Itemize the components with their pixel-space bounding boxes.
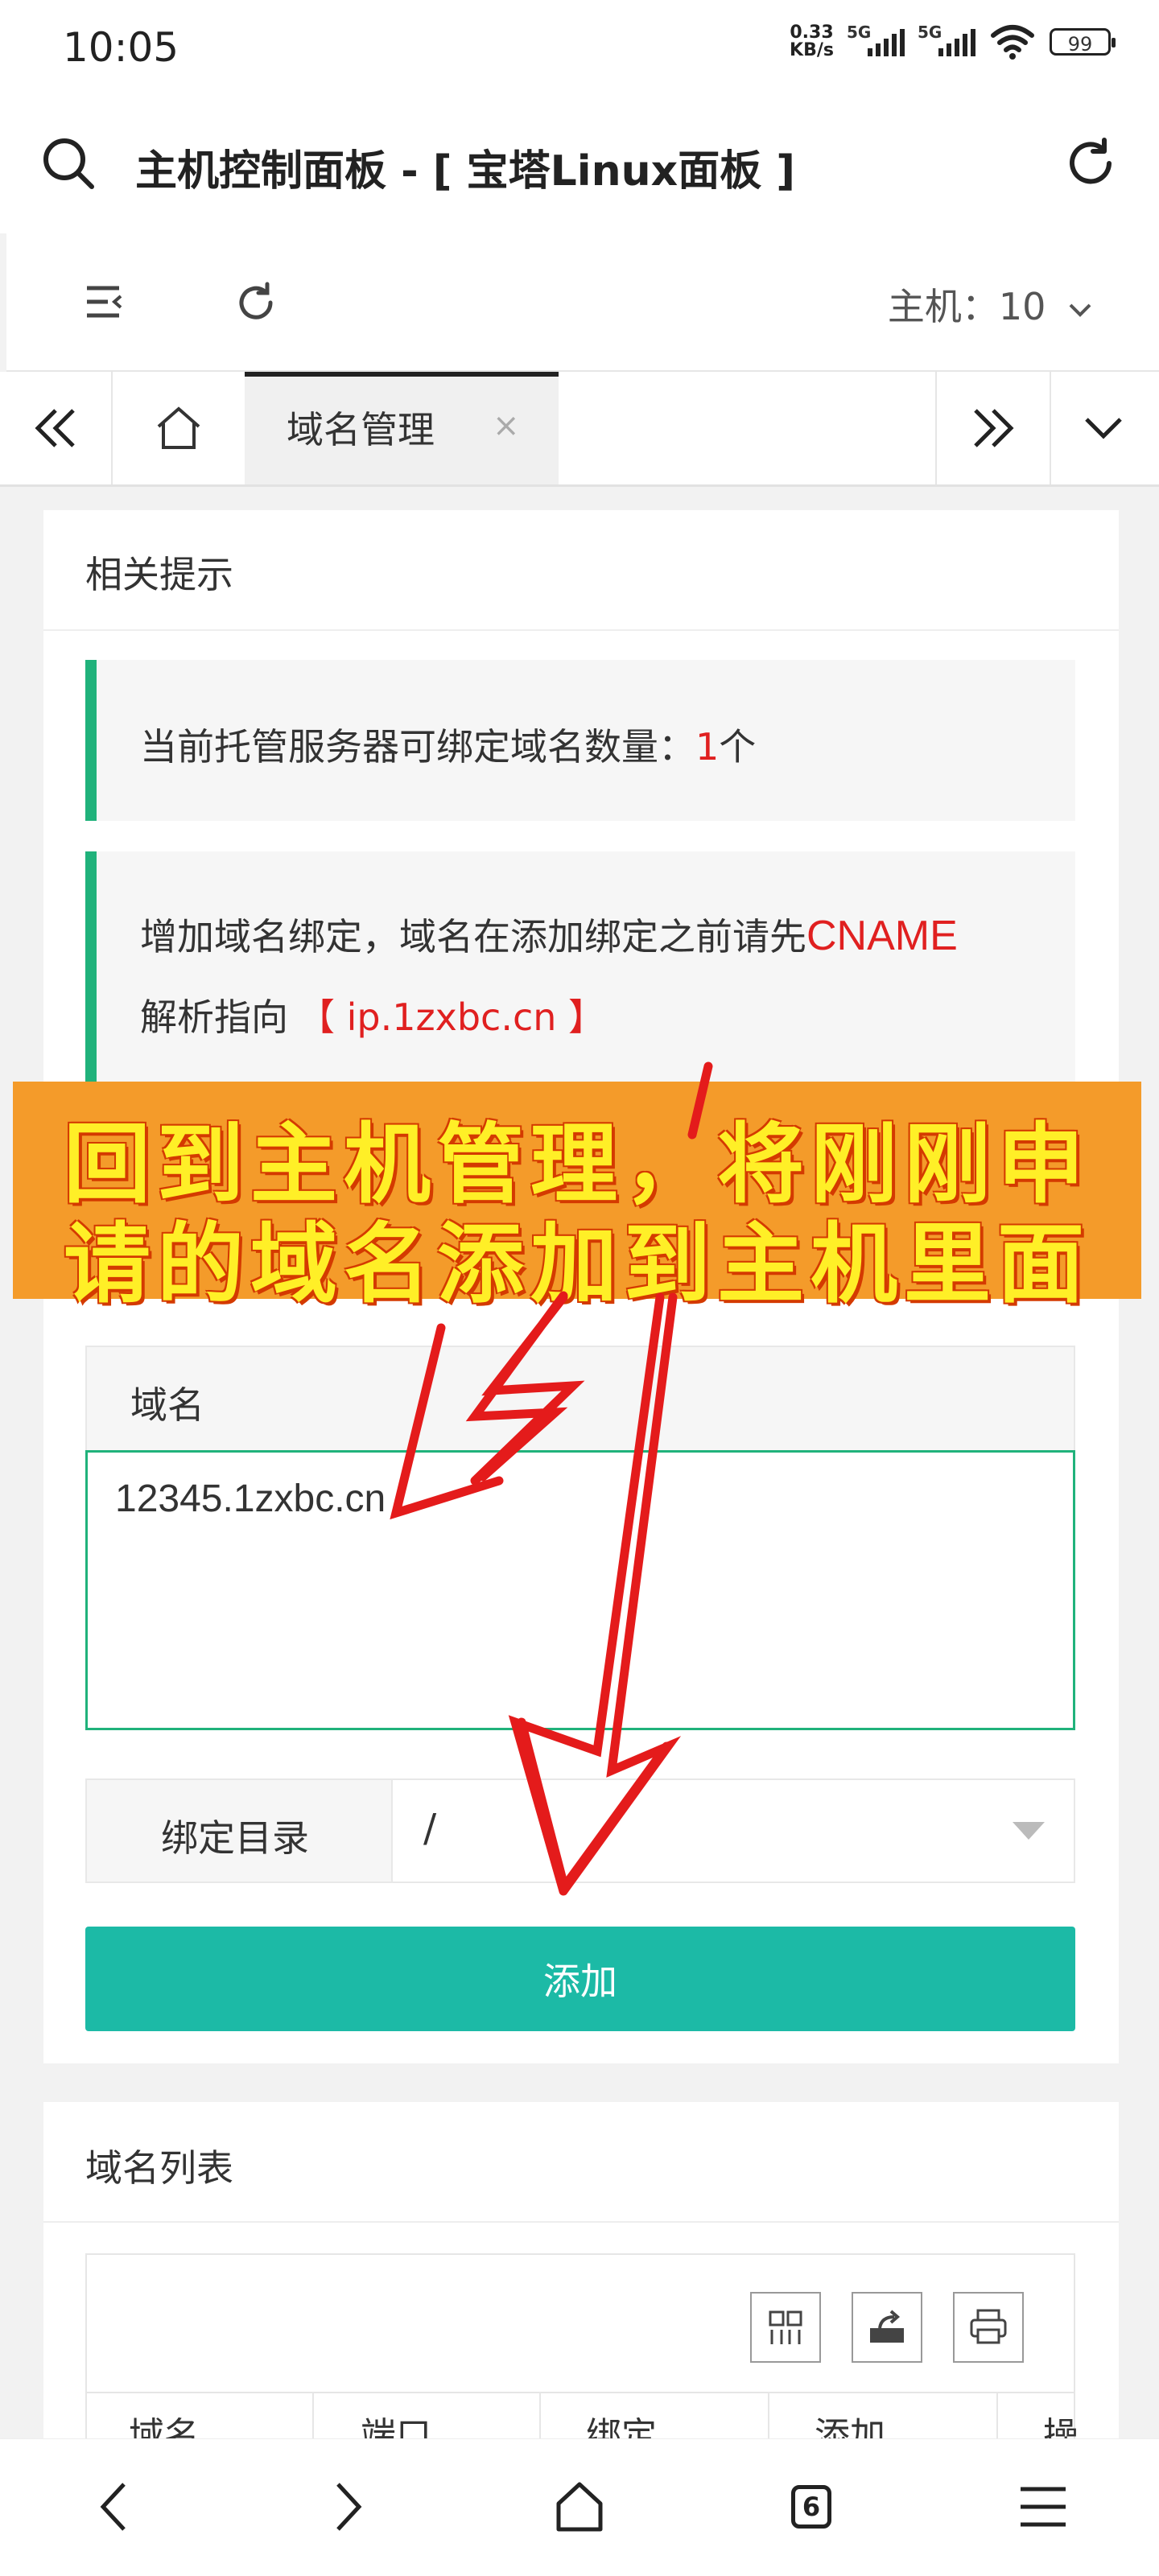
forward-button[interactable] <box>299 2463 396 2551</box>
tabs-dropdown[interactable] <box>1048 372 1159 484</box>
tip-box <box>85 851 1075 1093</box>
tabs-button[interactable]: 6 <box>763 2463 860 2551</box>
column-header: 添加 <box>815 2415 885 2440</box>
domain-limit-count: 1 <box>695 725 720 769</box>
domain-field-header <box>85 1346 1075 1452</box>
back-button[interactable] <box>66 2463 163 2551</box>
tip-cname-line2: 解析指向【 ip.1zxbc.cn 】 <box>140 988 605 1041</box>
tab-count: 6 <box>791 2485 831 2529</box>
banner-line2: 请的域名添加到主机里面 <box>63 1214 1091 1315</box>
table-header <box>85 2392 1075 2442</box>
domain-input[interactable]: 12345.1zxbc.cn <box>85 1450 1075 1730</box>
domain-field-label: 域名 <box>130 1383 204 1427</box>
grid-icon <box>769 2310 802 2344</box>
menu-icon <box>1021 2487 1066 2527</box>
status-icons: 0.33 KB/s 5G 5G 99 <box>790 23 1116 60</box>
net-speed-unit: KB/s <box>790 40 834 60</box>
column-divider <box>768 2392 769 2440</box>
home-button[interactable] <box>531 2463 628 2551</box>
bind-directory-label: 绑定目录 <box>161 1816 309 1860</box>
card-title: 域名列表 <box>85 2146 233 2190</box>
signal-label: 5G <box>918 23 942 42</box>
reload-icon[interactable] <box>235 282 277 324</box>
menu-button[interactable] <box>995 2463 1091 2551</box>
signal-icon: 5G <box>847 23 905 56</box>
chevron-down-icon <box>1069 303 1091 317</box>
tip-domain-limit: 当前托管服务器可绑定域名数量：1个 <box>140 718 756 771</box>
tip-text: 增加域名绑定，域名在添加绑定之前请先 <box>140 915 806 958</box>
forward-icon <box>336 2483 362 2531</box>
add-button[interactable]: 添加 <box>85 1927 1075 2031</box>
tip-text: 解析指向 <box>140 995 288 1039</box>
home-nav-icon <box>556 2482 603 2532</box>
signal-icon: 5G <box>918 23 975 56</box>
net-speed: 0.33 KB/s <box>790 24 834 60</box>
wifi-icon <box>991 25 1034 60</box>
tab-home[interactable] <box>113 372 246 484</box>
menu-collapse-icon[interactable] <box>84 283 126 320</box>
column-header: 操 <box>1043 2415 1079 2440</box>
page-title: 主机控制面板 - [ 宝塔Linux面板 ] <box>135 147 796 196</box>
back-icon <box>100 2483 126 2531</box>
column-divider <box>539 2392 541 2440</box>
host-selector[interactable]: 主机：10 <box>888 278 1095 331</box>
tip-suffix: 个 <box>719 725 757 769</box>
print-button[interactable] <box>953 2292 1024 2363</box>
tabs-scroll-right[interactable] <box>935 372 1051 484</box>
home-icon <box>157 406 200 449</box>
close-icon[interactable]: × <box>493 407 520 444</box>
column-header: 绑定 <box>586 2415 657 2440</box>
net-speed-value: 0.33 <box>790 23 834 43</box>
battery-icon: 99 <box>1050 28 1116 56</box>
caret-down-icon <box>1013 1822 1045 1840</box>
tip-cname-line1: 增加域名绑定，域名在添加绑定之前请先CNAME <box>140 908 958 961</box>
columns-button[interactable] <box>750 2292 821 2363</box>
tip-text: 当前托管服务器可绑定域名数量： <box>140 725 695 769</box>
bind-directory-value: / <box>423 1806 437 1851</box>
column-header: 端口 <box>361 2415 431 2440</box>
bind-directory-select[interactable] <box>394 1780 1074 1882</box>
cname-target: 【 ip.1zxbc.cn 】 <box>298 995 606 1039</box>
column-divider <box>996 2392 998 2440</box>
card-title: 相关提示 <box>85 553 233 596</box>
tabs-scroll-left[interactable] <box>0 372 113 484</box>
column-header: 域名 <box>129 2415 200 2440</box>
column-divider <box>312 2392 314 2440</box>
double-left-icon <box>35 409 75 447</box>
signal-label: 5G <box>847 23 872 42</box>
double-right-icon <box>974 409 1014 447</box>
host-label: 主机：10 <box>887 285 1046 328</box>
export-button[interactable] <box>852 2292 922 2363</box>
print-icon <box>970 2309 1007 2344</box>
refresh-icon[interactable] <box>1062 135 1119 192</box>
search-icon[interactable] <box>40 135 97 192</box>
tab-label: 域名管理 <box>287 408 435 451</box>
export-icon <box>870 2310 904 2343</box>
cname-text: CNAME <box>806 913 958 959</box>
status-time: 10:05 <box>63 24 179 71</box>
chevron-down-icon <box>1085 418 1122 439</box>
